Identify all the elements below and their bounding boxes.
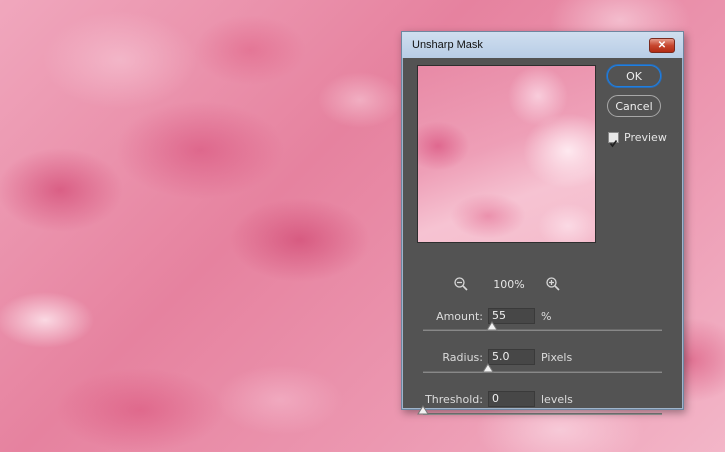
zoom-out-icon[interactable] bbox=[453, 276, 469, 292]
checkmark-icon bbox=[609, 140, 618, 148]
zoom-level: 100% bbox=[493, 278, 525, 291]
zoom-controls: 100% bbox=[417, 276, 596, 296]
preview-toggle[interactable]: Preview bbox=[608, 130, 674, 148]
threshold-slider[interactable] bbox=[417, 405, 662, 415]
preview-label: Preview bbox=[624, 131, 667, 144]
amount-label: Amount: bbox=[436, 310, 483, 323]
close-button[interactable]: ✕ bbox=[649, 38, 675, 53]
radius-label: Radius: bbox=[442, 351, 483, 364]
dialog-body: 100% OK Cancel Preview Amount: 55 % Radi… bbox=[409, 58, 676, 415]
amount-unit: % bbox=[541, 310, 552, 323]
dialog-title: Unsharp Mask bbox=[412, 39, 483, 51]
radius-unit: Pixels bbox=[541, 351, 573, 364]
preview-checkbox[interactable] bbox=[608, 132, 619, 148]
threshold-input[interactable]: 0 bbox=[488, 391, 535, 407]
close-icon: ✕ bbox=[657, 40, 667, 51]
radius-input[interactable]: 5.0 bbox=[488, 349, 535, 365]
dialog-titlebar[interactable]: Unsharp Mask ✕ bbox=[402, 32, 683, 58]
cancel-button[interactable]: Cancel bbox=[607, 95, 661, 117]
unsharp-mask-dialog: Unsharp Mask ✕ 100% OK Cancel Preview Am… bbox=[401, 31, 684, 415]
radius-slider[interactable] bbox=[423, 363, 662, 373]
ok-button[interactable]: OK bbox=[607, 65, 661, 87]
zoom-in-icon[interactable] bbox=[545, 276, 561, 292]
amount-slider[interactable] bbox=[423, 321, 662, 331]
preview-image[interactable] bbox=[417, 65, 596, 243]
threshold-unit: levels bbox=[541, 393, 573, 406]
